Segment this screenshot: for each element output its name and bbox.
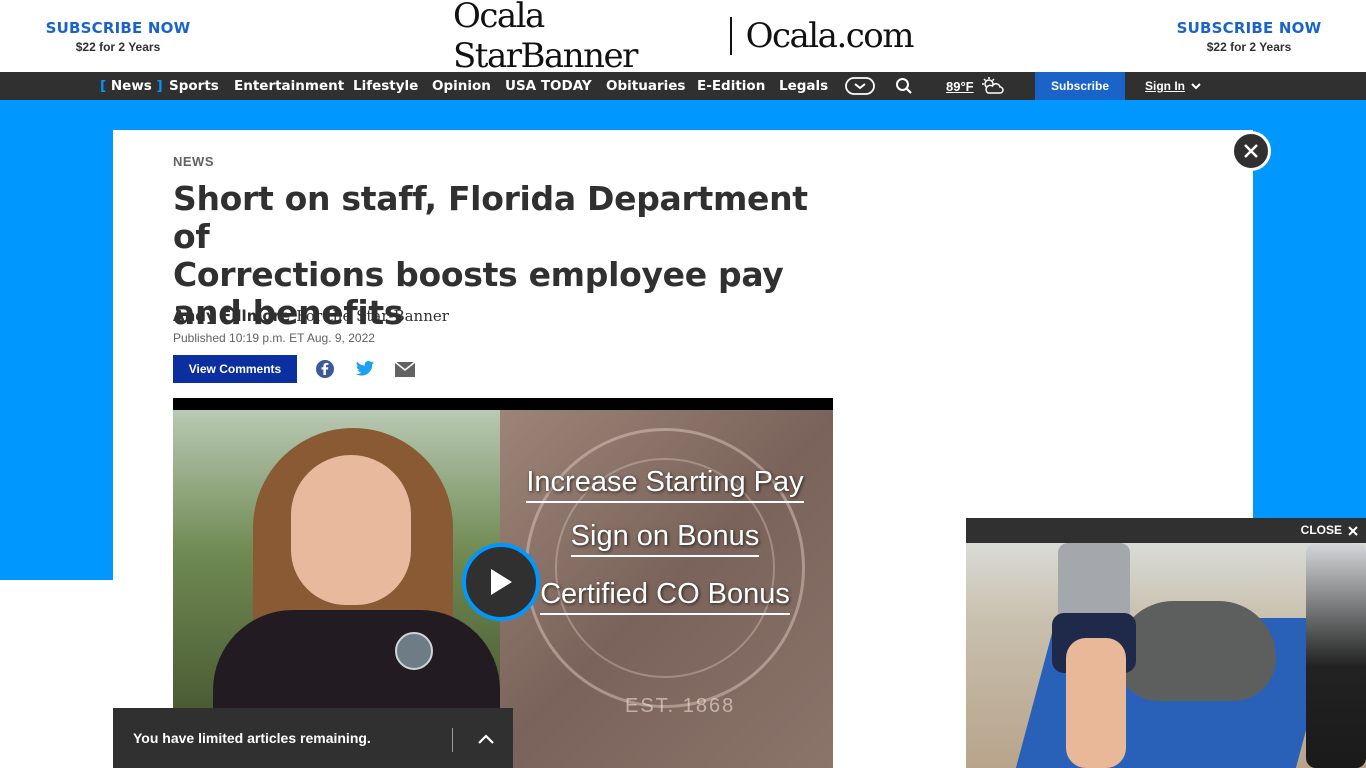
nav-subscribe-button[interactable]: Subscribe (1035, 72, 1125, 100)
byline: Andy Fillmore For the Star-Banner (173, 307, 449, 325)
subscribe-now-title: SUBSCRIBE NOW (45, 19, 191, 37)
section-label[interactable]: NEWS (173, 154, 214, 169)
nav-item-legals[interactable]: Legals (779, 72, 828, 100)
main-nav: [ News ] Sports Entertainment Lifestyle … (0, 72, 1366, 100)
seal-est-text: EST. 1868 (625, 695, 736, 717)
volunteer-right (1306, 543, 1366, 768)
search-icon[interactable] (895, 72, 913, 100)
nav-item-usa-today[interactable]: USA TODAY (505, 72, 592, 100)
nav-item-entertainment[interactable]: Entertainment (234, 72, 344, 100)
email-icon[interactable] (395, 359, 415, 379)
subscribe-now-left[interactable]: SUBSCRIBE NOW $22 for 2 Years (38, 19, 198, 54)
active-bracket-open: [ (100, 78, 111, 94)
subscribe-now-price: $22 for 2 Years (75, 40, 161, 54)
active-bracket-close: ] (151, 78, 163, 94)
play-button[interactable] (462, 543, 540, 621)
floating-video-close-label: CLOSE (1300, 523, 1342, 537)
weather-widget[interactable]: 89°F (946, 72, 1004, 100)
video-caption-line: Increase Starting Pay (500, 466, 830, 503)
presenter-face (291, 455, 411, 605)
masthead: SUBSCRIBE NOW $22 for 2 Years Ocala Star… (0, 0, 1366, 76)
nav-item-sports[interactable]: Sports (169, 72, 219, 100)
logo-starbanner: Ocala StarBanner (453, 0, 638, 76)
play-icon (491, 569, 512, 595)
published-date: Published 10:19 p.m. ET Aug. 9, 2022 (173, 331, 375, 345)
chevron-down-icon (1191, 83, 1201, 90)
sign-in-button[interactable]: Sign In (1145, 72, 1201, 100)
manatee (1116, 601, 1276, 701)
view-comments-button[interactable]: View Comments (173, 355, 297, 383)
author-affiliation: For the Star-Banner (296, 307, 449, 325)
weather-temp: 89°F (946, 78, 974, 94)
subscribe-now-price: $22 for 2 Years (1206, 40, 1292, 54)
close-icon (1348, 525, 1358, 536)
subscribe-now-title: SUBSCRIBE NOW (1176, 19, 1322, 37)
nav-item-obituaries[interactable]: Obituaries (606, 72, 685, 100)
sign-in-label: Sign In (1145, 79, 1185, 93)
nav-item-e-edition[interactable]: E-Edition (697, 72, 765, 100)
floating-video-close-button[interactable]: CLOSE (1301, 518, 1358, 543)
limit-bar-divider (452, 728, 453, 752)
volunteer-legs (1066, 638, 1126, 768)
video-caption-line: Certified CO Bonus (500, 578, 830, 615)
headline-line: Corrections boosts employee pay (173, 255, 784, 294)
floating-video-header: CLOSE (966, 518, 1366, 543)
logo-ocala-com: Ocala.com (745, 16, 915, 56)
twitter-icon[interactable] (355, 359, 375, 379)
headline-line: Short on staff, Florida Department of (173, 179, 808, 256)
close-icon (1244, 144, 1258, 158)
nav-item-lifestyle[interactable]: Lifestyle (353, 72, 418, 100)
floating-video-frame (966, 543, 1366, 768)
expand-limit-bar-button[interactable] (471, 726, 501, 752)
nav-item-news[interactable]: [ News ] (100, 72, 163, 100)
site-logo[interactable]: Ocala StarBanner Ocala.com (453, 0, 915, 76)
facebook-icon[interactable] (315, 359, 335, 379)
nav-item-opinion[interactable]: Opinion (432, 72, 491, 100)
fdc-badge-icon (395, 632, 433, 670)
video-caption-line: Sign on Bonus (500, 520, 830, 557)
close-overlay-button[interactable] (1231, 131, 1271, 171)
more-menu-icon[interactable] (845, 72, 875, 100)
logo-divider (729, 17, 732, 55)
limited-articles-bar: You have limited articles remaining. (113, 708, 513, 768)
volunteer-shirt (1058, 543, 1130, 621)
author-name[interactable]: Andy Fillmore (173, 307, 290, 325)
floating-video-player[interactable]: CLOSE (966, 518, 1366, 768)
limited-articles-text: You have limited articles remaining. (133, 730, 371, 746)
subscribe-now-right[interactable]: SUBSCRIBE NOW $22 for 2 Years (1169, 19, 1329, 54)
partly-cloudy-icon (981, 77, 1004, 94)
chevron-up-icon (478, 734, 494, 744)
